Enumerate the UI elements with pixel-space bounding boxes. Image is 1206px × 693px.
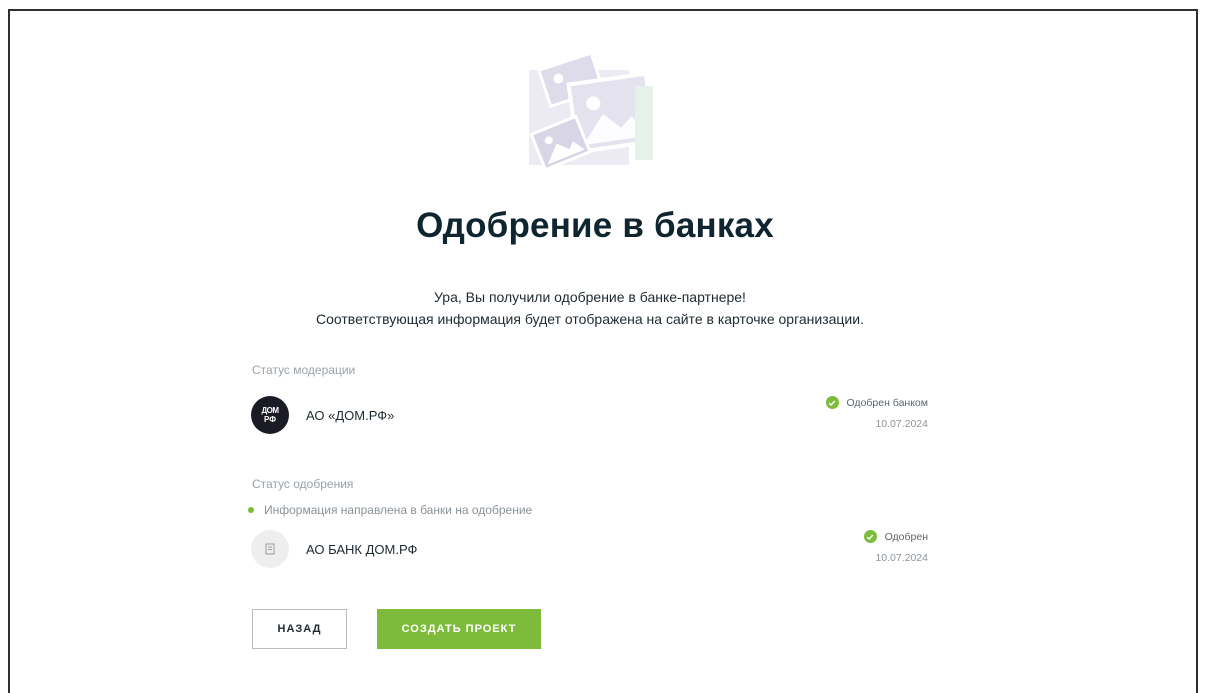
status-text: Одобрен [884,530,928,543]
bank-logo-placeholder [251,530,289,568]
create-project-button[interactable]: СОЗДАТЬ ПРОЕКТ [377,609,541,649]
check-circle-icon [825,396,839,409]
bank-name: АО БАНК ДОМ.РФ [306,542,418,557]
bank-status: Одобрен банком 10.07.2024 [825,396,929,430]
bank-logo-text-top: ДОМ [261,406,279,415]
image-placeholder-icon [529,51,658,172]
check-circle-icon [863,530,877,543]
status-date: 10.07.2024 [875,418,928,430]
bank-name: АО «ДОМ.РФ» [306,408,395,423]
approval-info-text: Информация направлена в банки на одобрен… [264,503,533,517]
moderation-status-label: Статус модерации [252,363,356,377]
document-icon [265,543,275,555]
back-button[interactable]: НАЗАД [252,609,347,649]
bank-status: Одобрен 10.07.2024 [863,530,928,564]
page-subtitle: Ура, Вы получили одобрение в банке-партн… [0,286,1180,330]
bank-logo: ДОМ РФ [251,396,289,434]
page-title: Одобрение в банках [416,206,774,245]
approval-info: Информация направлена в банки на одобрен… [248,503,532,517]
subtitle-line-2: Соответствующая информация будет отображ… [316,311,864,327]
status-date: 10.07.2024 [875,552,928,564]
moderation-bank-row: ДОМ РФ АО «ДОМ.РФ» Одобрен банком 10.07.… [243,396,928,436]
status-text: Одобрен банком [846,396,929,409]
approval-status-label: Статус одобрения [252,477,354,491]
approval-bank-row: АО БАНК ДОМ.РФ Одобрен 10.07.2024 [243,530,928,570]
bank-logo-text-bottom: РФ [263,415,277,424]
subtitle-line-1: Ура, Вы получили одобрение в банке-партн… [434,289,746,305]
status-dot-icon [248,507,254,513]
